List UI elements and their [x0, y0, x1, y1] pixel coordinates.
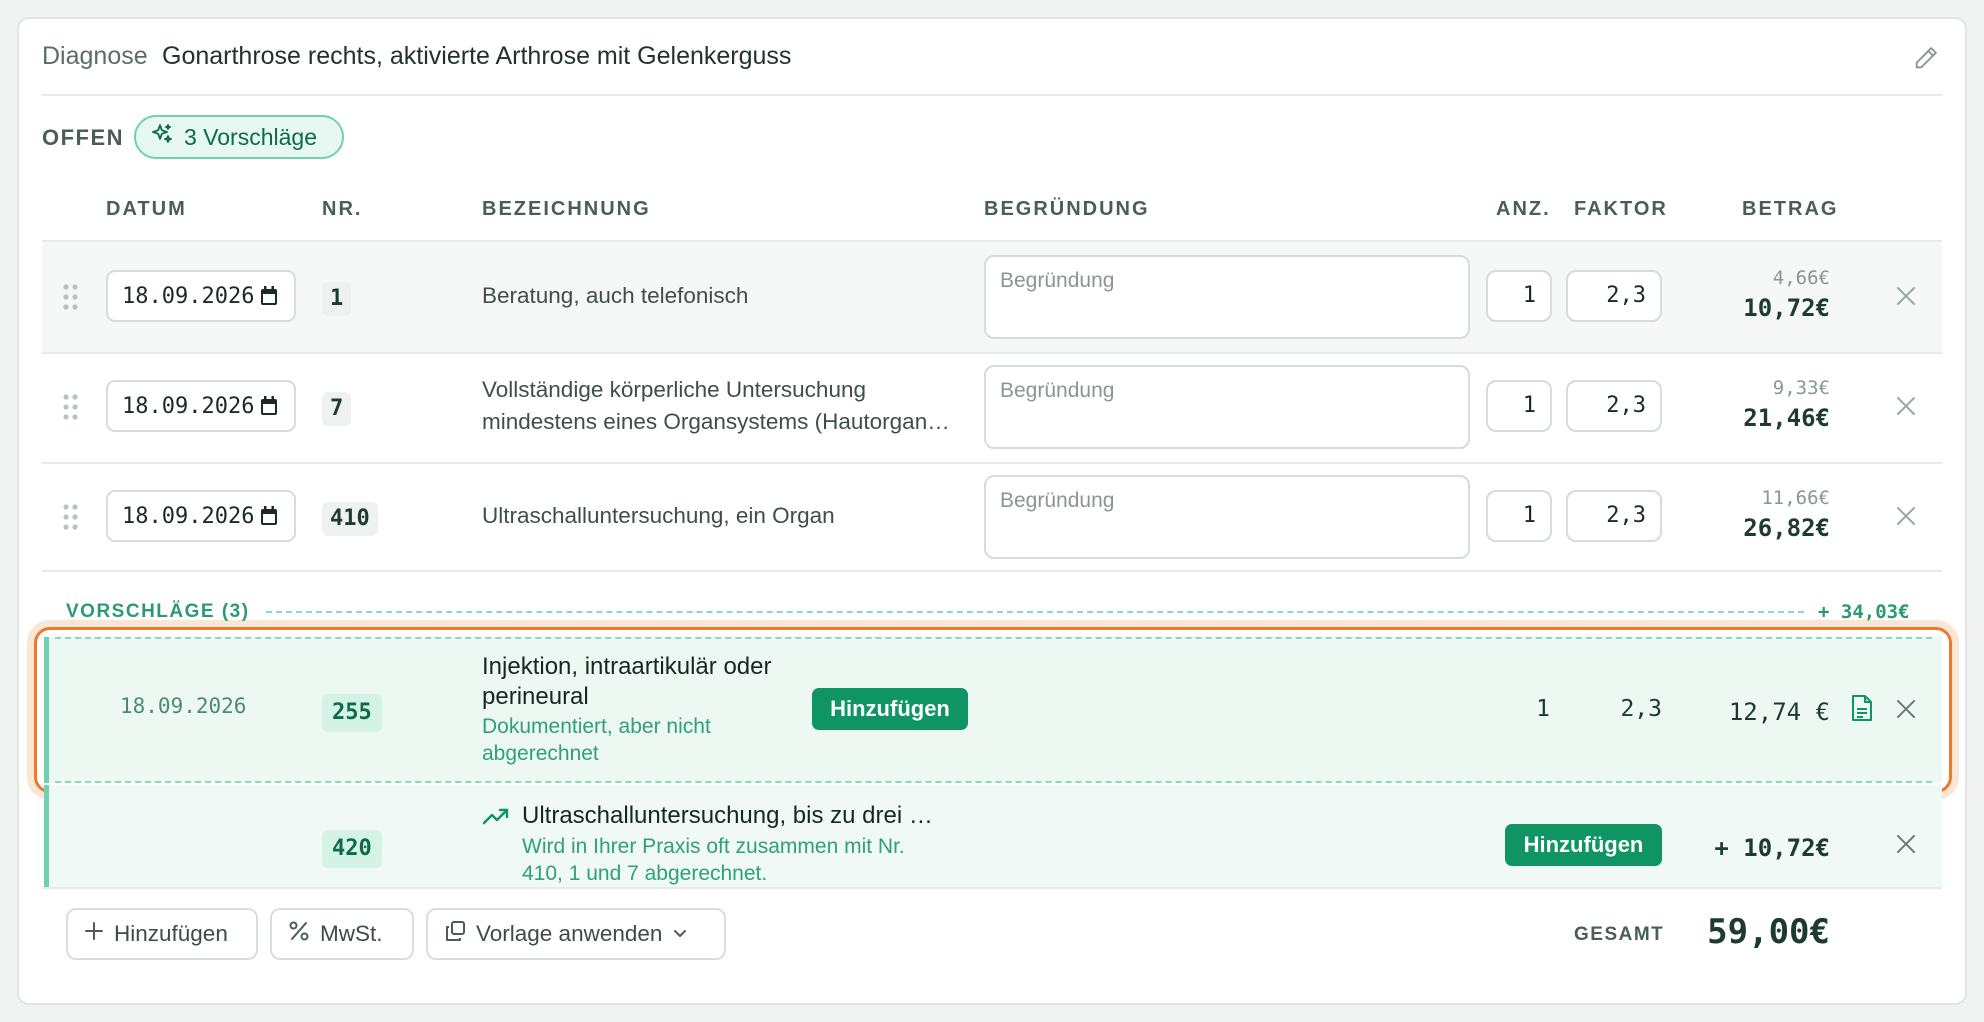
date-input[interactable]: 18.09.2026: [106, 380, 296, 432]
date-value: 18.09.2026: [122, 393, 255, 419]
document-icon[interactable]: [1850, 694, 1874, 722]
suggestion-title-line2: perineural: [482, 683, 589, 710]
betrag-total: 26,82€: [1743, 514, 1830, 542]
row-bezeichnung: Ultraschalluntersuchung, ein Organ: [482, 503, 835, 528]
betrag-total: 10,72€: [1743, 294, 1830, 322]
footer-divider: [42, 887, 1942, 889]
add-suggestion-button[interactable]: Hinzufügen: [1505, 824, 1662, 866]
diagnose-text: Gonarthrose rechts, aktivierte Arthrose …: [162, 42, 792, 70]
header-divider: [42, 94, 1942, 96]
anz-input[interactable]: 1: [1486, 490, 1552, 542]
betrag-base: 9,33€: [1772, 377, 1830, 399]
gop-number-badge: 410: [322, 502, 378, 536]
begruendung-input[interactable]: Begründung: [984, 475, 1470, 559]
status-label: OFFEN: [42, 125, 125, 150]
date-input[interactable]: 18.09.2026: [106, 490, 296, 542]
suggestions-section-label: VORSCHLÄGE (3): [66, 601, 250, 622]
column-header-begruendung: BEGRÜNDUNG: [984, 198, 1150, 220]
add-suggestion-button[interactable]: Hinzufügen: [812, 688, 968, 730]
row-bezeichnung: Vollständige körperliche Untersuchung: [482, 377, 866, 402]
add-item-button[interactable]: Hinzufügen: [66, 908, 258, 960]
suggestion-subtitle: Dokumentiert, aber nicht: [482, 715, 711, 738]
apply-template-button[interactable]: Vorlage anwenden: [426, 908, 726, 960]
suggestions-divider: [266, 611, 1804, 613]
suggestion-subtitle-line2: 410, 1 und 7 abgerechnet.: [522, 862, 768, 885]
close-icon[interactable]: [1895, 395, 1917, 417]
anz-input[interactable]: 1: [1486, 270, 1552, 322]
suggestion-title: Ultraschalluntersuchung, bis zu drei …: [522, 802, 933, 829]
percent-icon: [288, 920, 310, 948]
row-bezeichnung: Beratung, auch telefonisch: [482, 283, 749, 308]
suggestion-subtitle: Wird in Ihrer Praxis oft zusammen mit Nr…: [522, 835, 905, 858]
faktor-input[interactable]: 2,3: [1566, 270, 1662, 322]
drag-handle-icon[interactable]: [62, 392, 80, 422]
date-input[interactable]: 18.09.2026: [106, 270, 296, 322]
diagnose-label: Diagnose: [42, 42, 148, 70]
suggestions-sum: + 34,03€: [1818, 601, 1910, 623]
copy-icon: [444, 920, 466, 948]
date-value: 18.09.2026: [122, 503, 255, 529]
close-icon[interactable]: [1895, 285, 1917, 307]
drag-handle-icon[interactable]: [62, 282, 80, 312]
suggestion-nr-badge: 420: [322, 830, 382, 868]
close-icon[interactable]: [1895, 698, 1917, 720]
calendar-icon: [261, 396, 278, 415]
total-label: GESAMT: [1574, 924, 1665, 945]
add-item-label: Hinzufügen: [114, 921, 228, 946]
suggestion-date: 18.09.2026: [120, 694, 247, 718]
suggestion-faktor: 2,3: [1620, 696, 1662, 722]
begruendung-input[interactable]: Begründung: [984, 365, 1470, 449]
drag-handle-icon[interactable]: [62, 502, 80, 532]
gop-number-badge: 1: [322, 282, 352, 316]
calendar-icon: [261, 506, 278, 525]
begruendung-input[interactable]: Begründung: [984, 255, 1470, 339]
gop-number-badge: 7: [322, 392, 352, 426]
suggestion-title: Injektion, intraartikulär oder: [482, 653, 772, 680]
column-header-nr: NR.: [322, 198, 363, 220]
row-divider: [42, 462, 1942, 464]
column-header-datum: DATUM: [106, 198, 187, 220]
mwst-button[interactable]: MwSt.: [270, 908, 414, 960]
suggestions-badge-label: 3 Vorschläge: [184, 123, 317, 150]
chevron-down-icon: [672, 921, 688, 947]
row-bezeichnung-line2: mindestens eines Organsystems (Hautorgan…: [482, 409, 950, 434]
total-value: 59,00€: [1707, 912, 1830, 952]
faktor-input[interactable]: 2,3: [1566, 380, 1662, 432]
column-header-faktor: FAKTOR: [1574, 198, 1668, 220]
betrag-base: 11,66€: [1761, 487, 1830, 509]
betrag-total: 21,46€: [1743, 404, 1830, 432]
pencil-icon[interactable]: [1912, 44, 1942, 74]
mwst-label: MwSt.: [320, 921, 383, 946]
column-header-bezeichnung: BEZEICHNUNG: [482, 198, 651, 220]
suggestion-betrag: + 10,72€: [1714, 834, 1830, 862]
column-header-betrag: BETRAG: [1742, 198, 1839, 220]
close-icon[interactable]: [1895, 833, 1917, 855]
calendar-icon: [261, 286, 278, 305]
suggestion-nr-badge: 255: [322, 694, 382, 732]
sparkles-icon: [150, 122, 174, 152]
anz-input[interactable]: 1: [1486, 380, 1552, 432]
apply-template-label: Vorlage anwenden: [476, 921, 663, 946]
row-divider: [42, 352, 1942, 354]
faktor-input[interactable]: 2,3: [1566, 490, 1662, 542]
suggestion-subtitle-line2: abgerechnet: [482, 742, 599, 765]
suggestion-anz: 1: [1536, 696, 1550, 722]
suggestion-betrag: 12,74 €: [1728, 698, 1830, 726]
close-icon[interactable]: [1895, 505, 1917, 527]
date-value: 18.09.2026: [122, 283, 255, 309]
column-header-anz: ANZ.: [1496, 198, 1551, 220]
betrag-base: 4,66€: [1772, 267, 1830, 289]
suggestions-badge[interactable]: 3 Vorschläge: [134, 115, 344, 159]
row-divider: [42, 570, 1942, 572]
plus-icon: [84, 921, 104, 947]
trending-up-icon: [482, 806, 510, 826]
